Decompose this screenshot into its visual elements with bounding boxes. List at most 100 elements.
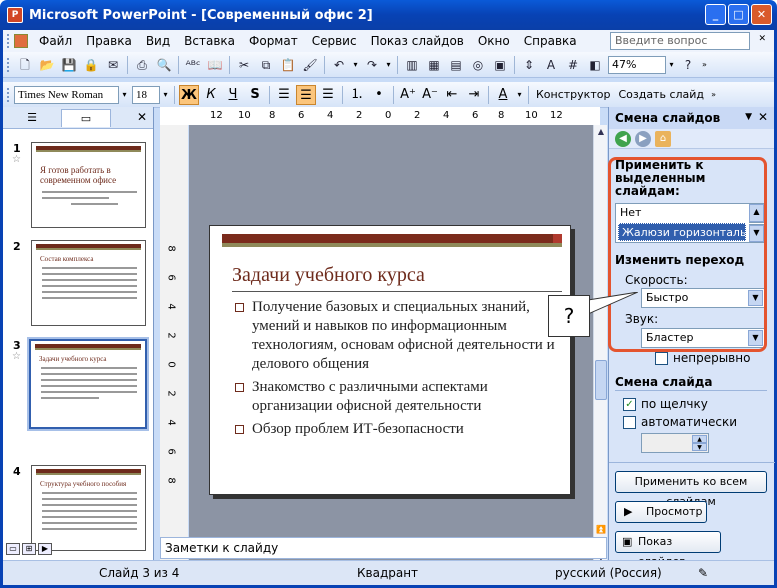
slide-thumbnail-selected[interactable]: Задачи учебного курса: [27, 337, 149, 431]
scroll-up-icon[interactable]: ▲: [595, 125, 607, 139]
tables-borders-icon[interactable]: ▤: [446, 55, 466, 75]
print-icon[interactable]: ⎙: [132, 55, 152, 75]
permission-icon[interactable]: 🔒: [81, 55, 101, 75]
back-icon[interactable]: ◀: [615, 130, 631, 147]
save-icon[interactable]: 💾: [59, 55, 79, 75]
undo-dropdown-icon[interactable]: ▾: [350, 56, 361, 74]
align-center-icon[interactable]: ☰: [296, 84, 316, 105]
close-document-icon[interactable]: ✕: [758, 34, 766, 44]
font-name-box[interactable]: Times New Roman: [14, 85, 119, 104]
close-pane-icon[interactable]: ✕: [137, 110, 147, 124]
slide-canvas[interactable]: Задачи учебного курса Получение базовых …: [209, 225, 571, 495]
slideshow-button[interactable]: ▣ Показ слайдов: [615, 531, 721, 568]
italic-button[interactable]: К: [201, 85, 221, 105]
tab-slides[interactable]: ▭: [61, 108, 111, 127]
bold-button[interactable]: Ж: [179, 84, 199, 105]
previous-slide-icon[interactable]: ⏫: [595, 523, 607, 537]
powerpoint-app-icon[interactable]: P: [7, 7, 23, 23]
increase-indent-icon[interactable]: ⇥: [464, 85, 484, 105]
numbering-icon[interactable]: ⒈: [347, 85, 367, 105]
print-preview-icon[interactable]: 🔍: [154, 55, 174, 75]
slide-body[interactable]: Получение базовых и специальных знаний, …: [234, 298, 564, 443]
menu-edit[interactable]: Правка: [79, 30, 139, 52]
font-color-icon[interactable]: A: [493, 85, 513, 105]
scroll-thumb[interactable]: [595, 360, 607, 400]
show-grid-icon[interactable]: #: [563, 55, 583, 75]
menu-insert[interactable]: Вставка: [177, 30, 242, 52]
align-right-icon[interactable]: ☰: [318, 85, 338, 105]
normal-view-icon[interactable]: ▭: [6, 543, 20, 555]
designer-button[interactable]: Конструктор: [532, 85, 614, 105]
menu-format[interactable]: Формат: [242, 30, 305, 52]
color-grayscale-icon[interactable]: ◧: [585, 55, 605, 75]
redo-icon[interactable]: ↷: [362, 55, 382, 75]
decrease-font-icon[interactable]: A⁻: [420, 85, 440, 105]
loop-checkbox[interactable]: [655, 352, 668, 365]
minimize-button[interactable]: _: [705, 4, 726, 25]
toolbar-options-icon[interactable]: »: [708, 86, 719, 104]
slide-thumbnail[interactable]: Я готов работать в современном офисе: [31, 142, 146, 228]
menu-help[interactable]: Справка: [517, 30, 584, 52]
on-click-checkbox[interactable]: ✓: [623, 398, 636, 411]
toolbar-grip[interactable]: [7, 57, 10, 72]
bullets-icon[interactable]: •: [369, 85, 389, 105]
spelling-icon[interactable]: ᴬᴮᶜ: [183, 55, 203, 75]
new-icon[interactable]: 🗋: [15, 55, 35, 75]
auto-after-checkbox[interactable]: [623, 416, 636, 429]
document-icon[interactable]: [14, 34, 28, 48]
slide-title[interactable]: Задачи учебного курса: [232, 264, 425, 287]
slide-workspace[interactable]: Задачи учебного курса Получение базовых …: [189, 125, 593, 565]
insert-picture-icon[interactable]: ▣: [490, 55, 510, 75]
font-color-dropdown-icon[interactable]: ▾: [514, 86, 525, 104]
tab-outline[interactable]: ☰: [7, 109, 57, 127]
menu-slideshow[interactable]: Показ слайдов: [364, 30, 471, 52]
cut-icon[interactable]: ✂: [234, 55, 254, 75]
decrease-indent-icon[interactable]: ⇤: [442, 85, 462, 105]
font-dropdown-icon[interactable]: ▾: [119, 86, 130, 104]
auto-after-spinner[interactable]: ▲ ▼: [641, 433, 709, 453]
spelling-status-icon[interactable]: ✎: [698, 566, 708, 580]
toolbar-grip[interactable]: [7, 34, 10, 48]
open-icon[interactable]: 📂: [37, 55, 57, 75]
shadow-button[interactable]: S: [245, 85, 265, 105]
task-pane-close-icon[interactable]: ✕: [758, 110, 768, 124]
menu-file[interactable]: Файл: [32, 30, 79, 52]
format-painter-icon[interactable]: 🖌: [300, 55, 320, 75]
redo-dropdown-icon[interactable]: ▾: [383, 56, 394, 74]
email-icon[interactable]: ✉: [103, 55, 123, 75]
insert-diagram-icon[interactable]: ◎: [468, 55, 488, 75]
new-slide-button[interactable]: Создать слайд: [614, 85, 708, 105]
menu-view[interactable]: Вид: [139, 30, 177, 52]
notes-field[interactable]: Заметки к слайду: [160, 537, 607, 559]
slide-thumbnail[interactable]: Структура учебного пособия: [31, 465, 146, 551]
task-pane-menu-icon[interactable]: ▼: [745, 112, 752, 122]
preview-button[interactable]: ▶ Просмотр: [615, 501, 707, 523]
spin-up-icon[interactable]: ▲: [692, 435, 707, 443]
undo-icon[interactable]: ↶: [329, 55, 349, 75]
slide-scrollbar[interactable]: ▲ ⏫ ⏬ ▼: [593, 125, 607, 565]
slideshow-view-icon[interactable]: ▶: [38, 543, 52, 555]
apply-to-all-button[interactable]: Применить ко всем слайдам: [615, 471, 767, 508]
slide-sorter-icon[interactable]: ⊞: [22, 543, 36, 555]
expand-all-icon[interactable]: ⇕: [519, 55, 539, 75]
insert-table-icon[interactable]: ▦: [424, 55, 444, 75]
spin-down-icon[interactable]: ▼: [692, 443, 707, 451]
help-icon[interactable]: ?: [678, 55, 698, 75]
close-button[interactable]: ✕: [751, 4, 772, 25]
forward-icon[interactable]: ▶: [635, 130, 651, 147]
zoom-box[interactable]: 47%: [608, 55, 666, 74]
font-size-box[interactable]: 18: [132, 85, 160, 104]
slide-thumbnail[interactable]: Состав комплекса: [31, 240, 146, 326]
font-size-dropdown-icon[interactable]: ▾: [160, 86, 171, 104]
home-icon[interactable]: ⌂: [655, 130, 671, 147]
paste-icon[interactable]: 📋: [278, 55, 298, 75]
underline-button[interactable]: Ч: [223, 85, 243, 105]
menu-tools[interactable]: Сервис: [305, 30, 364, 52]
ask-question-input[interactable]: Введите вопрос: [610, 32, 750, 50]
increase-font-icon[interactable]: A⁺: [398, 85, 418, 105]
research-icon[interactable]: 📖: [205, 55, 225, 75]
copy-icon[interactable]: ⧉: [256, 55, 276, 75]
toolbar-options-icon[interactable]: »: [699, 56, 710, 74]
align-left-icon[interactable]: ☰: [274, 85, 294, 105]
show-formatting-icon[interactable]: A: [541, 55, 561, 75]
